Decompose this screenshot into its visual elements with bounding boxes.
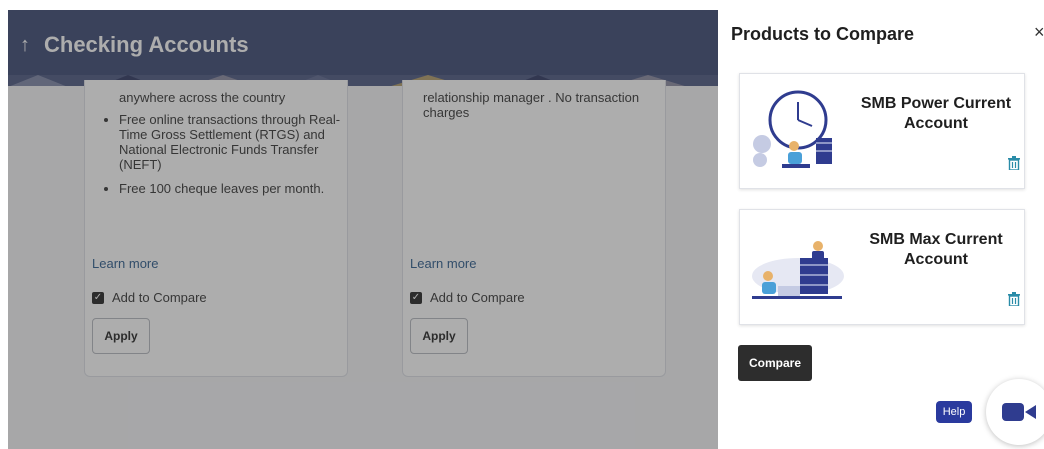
clock-coins-illustration	[753, 90, 832, 168]
trash-icon[interactable]	[1008, 292, 1020, 306]
video-camera-icon	[1002, 403, 1036, 421]
compare-button[interactable]: Compare	[738, 345, 812, 381]
product-name: SMB Max Current Account	[869, 231, 1003, 268]
compare-panel: Products to Compare × SMB Power Current …	[718, 10, 1044, 449]
compare-product-card: SMB Power Current Account	[739, 73, 1025, 189]
product-name: SMB Power Current Account	[860, 95, 1012, 132]
panel-title: Products to Compare	[731, 24, 915, 44]
modal-backdrop[interactable]	[8, 10, 718, 449]
help-button[interactable]: Help	[936, 401, 972, 423]
close-icon[interactable]: ×	[1034, 22, 1044, 43]
video-call-button[interactable]	[986, 379, 1044, 445]
compare-product-card: SMB Max Current Account	[739, 209, 1025, 325]
coin-stack-illustration	[752, 241, 844, 299]
trash-icon[interactable]	[1008, 156, 1020, 170]
